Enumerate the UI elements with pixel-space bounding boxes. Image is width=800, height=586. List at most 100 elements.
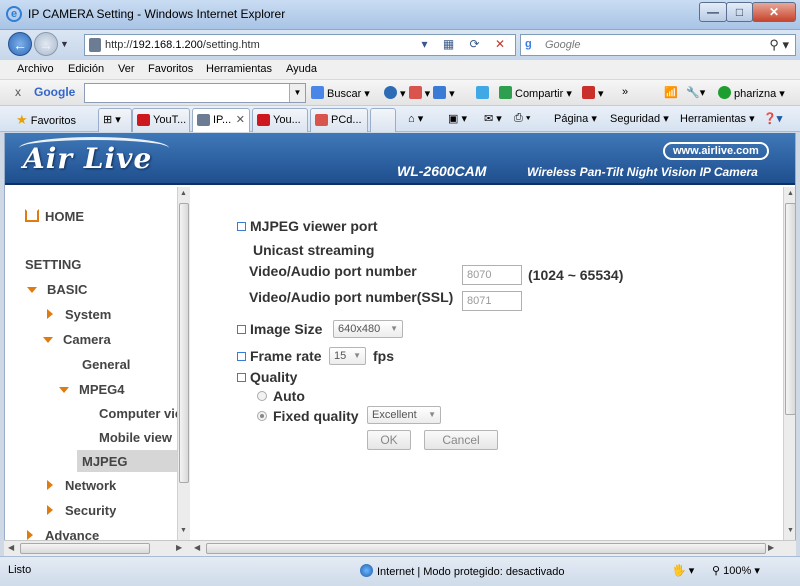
scroll-left-icon[interactable]: ◀	[8, 543, 14, 552]
nav-mjpeg[interactable]: MJPEG	[77, 450, 177, 472]
stop-icon[interactable]: ✕	[495, 37, 511, 51]
nav-advance[interactable]: Advance	[27, 528, 99, 540]
bird-icon	[476, 86, 489, 99]
scroll-right-icon[interactable]: ▶	[768, 543, 774, 552]
nav-horizontal-scrollbar[interactable]: ◀ ▶	[4, 540, 190, 556]
scroll-down-icon[interactable]: ▼	[787, 527, 794, 534]
ssl-port-input[interactable]: 8071	[462, 291, 522, 311]
cancel-button[interactable]: Cancel	[424, 430, 498, 450]
menu-edicion[interactable]: Edición	[68, 63, 104, 75]
maximize-button[interactable]: □	[726, 2, 753, 22]
buscar-label: Buscar	[327, 88, 362, 100]
menu-favoritos[interactable]: Favoritos	[148, 63, 193, 75]
more-button[interactable]: »	[622, 86, 628, 98]
nav-camera[interactable]: Camera	[43, 332, 111, 347]
forward-button[interactable]: →	[34, 32, 58, 56]
menu-ayuda[interactable]: Ayuda	[286, 63, 317, 75]
scroll-up-icon[interactable]: ▲	[787, 190, 794, 197]
compartir-button[interactable]: Compartir ▾	[499, 86, 572, 100]
tab-ip-camera[interactable]: IP... ✕	[192, 108, 250, 132]
zoom-control[interactable]: ⚲ 100% ▾	[712, 564, 760, 577]
wrench-icon[interactable]: 🔧▾	[686, 86, 705, 99]
home-icon[interactable]: ⌂ ▾	[408, 112, 423, 125]
auto-label: Auto	[273, 388, 305, 404]
nav-home-label: HOME	[45, 209, 84, 224]
auto-option[interactable]: Auto	[257, 388, 305, 404]
menu-herramientas[interactable]: Herramientas	[206, 63, 272, 75]
favorites-button[interactable]: ★ Favoritos	[16, 112, 76, 128]
frame-rate-select[interactable]: 15 ▼	[329, 347, 366, 365]
scroll-left-icon[interactable]: ◀	[194, 543, 200, 552]
seguridad-menu[interactable]: Seguridad ▾	[610, 112, 669, 125]
viewer-port-label: MJPEG viewer port	[250, 218, 378, 234]
nav-network[interactable]: Network	[47, 478, 116, 493]
scroll-thumb[interactable]	[785, 203, 795, 415]
port-input[interactable]: 8070	[462, 265, 522, 285]
chevron-down-icon: ▼	[390, 324, 398, 333]
nav-scrollbar[interactable]: ▲ ▼	[177, 187, 190, 540]
pagina-menu[interactable]: Página ▾	[554, 112, 597, 125]
scroll-up-icon[interactable]: ▲	[180, 190, 187, 197]
buscar-button[interactable]: Buscar ▾	[311, 86, 370, 100]
wifi-icon[interactable]: 📶	[664, 86, 678, 99]
image-size-select[interactable]: 640x480 ▼	[333, 320, 403, 338]
toolbar-icons-a[interactable]: ▾ ▾ ▾	[384, 86, 455, 100]
viewer-port-header: MJPEG viewer port	[237, 218, 378, 234]
new-tab-button[interactable]	[370, 108, 396, 132]
tab-youtube-2[interactable]: You...	[252, 108, 308, 132]
nav-basic[interactable]: BASIC	[27, 282, 87, 297]
menu-ver[interactable]: Ver	[118, 63, 135, 75]
tab-pcd[interactable]: PCd...	[310, 108, 368, 132]
help-icon[interactable]: ❓▾	[763, 112, 782, 125]
nav-mobile-view[interactable]: Mobile view	[99, 430, 177, 445]
auto-radio[interactable]	[257, 391, 267, 401]
ok-button[interactable]: OK	[367, 430, 411, 450]
tab-youtube-1[interactable]: YouT...	[132, 108, 190, 132]
fixed-quality-select[interactable]: Excellent ▼	[367, 406, 441, 424]
scroll-thumb[interactable]	[179, 203, 189, 483]
scroll-right-icon[interactable]: ▶	[176, 543, 182, 552]
zone-indicator: Internet | Modo protegido: desactivado	[360, 564, 565, 578]
address-tools[interactable]: ▾ ▦ ⟳ ✕	[422, 37, 511, 51]
protected-mode-icon[interactable]: 🖐 ▾	[672, 564, 694, 577]
url-input[interactable]: http://192.168.1.200/setting.htm ▾ ▦ ⟳ ✕	[84, 34, 516, 56]
print-icon[interactable]: ⎙ ▾	[514, 112, 530, 125]
bookmark-icon	[408, 86, 422, 99]
herramientas-menu[interactable]: Herramientas ▾	[680, 112, 755, 125]
user-button[interactable]: pharizna ▾	[718, 86, 785, 100]
menu-archivo[interactable]: Archivo	[17, 63, 54, 75]
home-icon	[25, 209, 39, 222]
content-scrollbar[interactable]: ▲ ▼	[783, 187, 795, 540]
mail-icon[interactable]: ✉ ▾	[484, 112, 502, 125]
website-link[interactable]: www.airlive.com	[663, 142, 769, 160]
nav-system[interactable]: System	[47, 307, 111, 322]
history-dropdown-icon[interactable]: ▼	[60, 39, 69, 49]
popup-blocker-icon[interactable]: ▾	[582, 86, 604, 100]
blocked-icon	[582, 86, 595, 99]
search-icon[interactable]: ⚲ ▾	[769, 37, 789, 53]
nav-advance-label: Advance	[45, 528, 100, 540]
nav-general[interactable]: General	[82, 357, 130, 372]
twitter-icon[interactable]	[476, 86, 492, 100]
quick-tabs-button[interactable]: ⊞ ▾	[98, 108, 132, 132]
minimize-button[interactable]: —	[699, 2, 727, 22]
nav-security[interactable]: Security	[47, 503, 116, 518]
fixed-quality-radio[interactable]	[257, 411, 267, 421]
nav-mpeg4[interactable]: MPEG4	[59, 382, 125, 397]
scroll-thumb[interactable]	[20, 543, 150, 554]
scroll-down-icon[interactable]: ▼	[180, 527, 187, 534]
chevron-down-icon[interactable]: ▼	[289, 84, 305, 102]
close-toolbar-icon[interactable]: x	[15, 85, 21, 99]
feeds-icon[interactable]: ▣ ▾	[448, 112, 467, 125]
scroll-thumb[interactable]	[206, 543, 766, 554]
back-button[interactable]: ←	[8, 32, 32, 56]
nav-home[interactable]: HOME	[25, 209, 84, 224]
fixed-quality-option[interactable]: Fixed quality	[257, 408, 359, 424]
content-horizontal-scrollbar[interactable]: ◀ ▶	[190, 540, 796, 556]
google-search-input[interactable]: ▼	[84, 83, 306, 103]
close-button[interactable]: ✕	[752, 2, 796, 22]
google-label[interactable]: Google	[34, 85, 75, 99]
close-tab-icon[interactable]: ✕	[236, 109, 245, 131]
nav-computer-view[interactable]: Computer view	[99, 406, 177, 421]
search-input[interactable]: g Google ⚲ ▾	[520, 34, 796, 56]
